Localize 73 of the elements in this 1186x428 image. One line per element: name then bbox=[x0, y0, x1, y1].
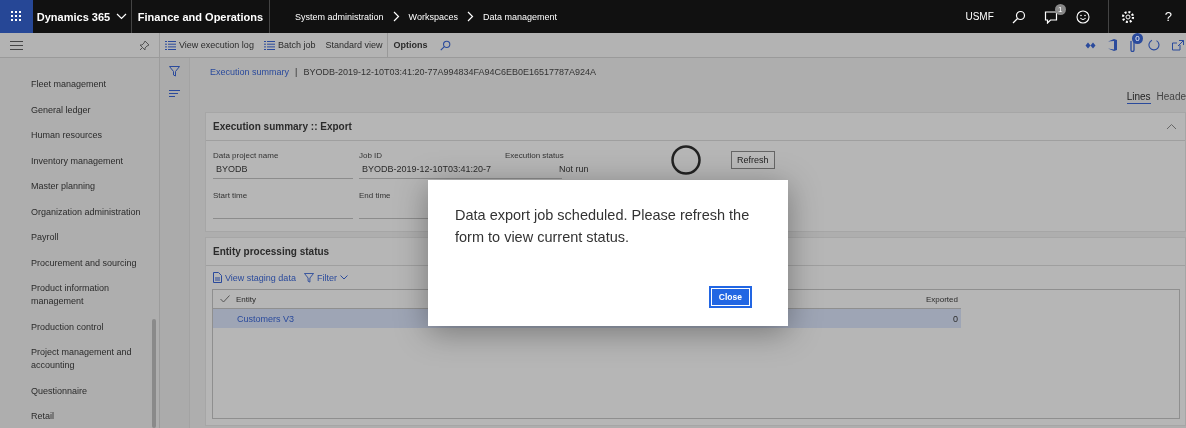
module-link[interactable]: Product information management bbox=[31, 276, 151, 315]
lines-icon[interactable] bbox=[169, 90, 180, 97]
open-in-new-icon[interactable] bbox=[1172, 39, 1184, 51]
module-link[interactable]: Organization administration bbox=[31, 199, 151, 225]
record-id: BYODB-2019-12-10T03:41:20-77A994834FA94C6EB0E16517787A924A bbox=[303, 67, 597, 77]
module-link[interactable]: Project management and accounting bbox=[31, 340, 151, 379]
filter-icon bbox=[303, 272, 314, 283]
chevron-right-icon bbox=[466, 11, 474, 22]
paperclip-icon[interactable] bbox=[1129, 38, 1136, 52]
section-title: Execution summary :: Export bbox=[213, 121, 352, 132]
table-cell-text: Customers V3 bbox=[237, 313, 296, 324]
chevron-down-icon bbox=[339, 275, 348, 280]
module-link[interactable]: Procurement and sourcing bbox=[31, 250, 151, 276]
menu-icon[interactable] bbox=[10, 40, 23, 50]
grid-action-button[interactable]: Filter bbox=[303, 272, 348, 283]
field-label: End time bbox=[359, 191, 392, 200]
module-link[interactable]: Retail bbox=[31, 404, 151, 428]
toolbar-button[interactable]: Batch job bbox=[258, 33, 321, 57]
smiley-icon[interactable] bbox=[1075, 9, 1090, 24]
separator-text: | bbox=[295, 67, 298, 77]
field-label: Job ID bbox=[359, 151, 384, 160]
module-link[interactable]: Inventory management bbox=[31, 148, 151, 174]
dialog-message: Data export job scheduled. Please refresh the form to view current status. bbox=[455, 206, 751, 247]
help-button[interactable]: ? bbox=[1164, 9, 1172, 24]
list-icon bbox=[263, 40, 275, 50]
settings-icon[interactable] bbox=[1120, 9, 1135, 24]
grid-action-button[interactable]: View staging data bbox=[213, 272, 296, 283]
grid-icon bbox=[11, 11, 22, 22]
field-label: Start time bbox=[213, 191, 249, 200]
module-link[interactable]: Payroll bbox=[31, 225, 151, 251]
status-value: Not run bbox=[559, 164, 590, 174]
chevron-right-icon bbox=[392, 11, 400, 22]
pin-icon[interactable] bbox=[139, 39, 150, 51]
notification-icon[interactable] bbox=[1043, 9, 1058, 24]
app-launcher-button[interactable] bbox=[0, 0, 33, 33]
input-field[interactable]: BYODB bbox=[213, 160, 353, 179]
field-label: Execution status bbox=[505, 151, 565, 160]
execution-summary-link[interactable]: Execution summary bbox=[210, 67, 290, 77]
toolbar-button[interactable]: View execution log bbox=[160, 33, 259, 57]
module-link[interactable]: Master planning bbox=[31, 174, 151, 200]
module-link[interactable]: Human resources bbox=[31, 123, 151, 149]
office-icon[interactable] bbox=[1108, 39, 1117, 51]
breadcrumb-link[interactable]: Workspaces bbox=[408, 11, 458, 22]
circle-icon bbox=[671, 145, 701, 175]
module-link[interactable]: Questionnaire bbox=[31, 378, 151, 404]
close-button[interactable]: Close bbox=[710, 288, 750, 306]
column-header[interactable]: Exported bbox=[925, 294, 961, 304]
table-cell-text: 0 bbox=[953, 313, 959, 324]
document-icon bbox=[213, 272, 222, 283]
breadcrumb-link[interactable]: System administration bbox=[295, 11, 384, 22]
field-label: Data project name bbox=[213, 151, 280, 160]
breadcrumb-link[interactable]: Data management bbox=[482, 11, 557, 22]
chevron-icon[interactable] bbox=[1166, 123, 1177, 130]
toolbar-button[interactable]: Standard view bbox=[320, 33, 388, 57]
scrollbar[interactable] bbox=[152, 319, 156, 428]
module-link[interactable]: Fleet management bbox=[31, 72, 151, 98]
view-tab[interactable]: Lines bbox=[1126, 91, 1151, 104]
list-icon bbox=[165, 40, 176, 50]
check-icon[interactable] bbox=[220, 295, 230, 303]
diamond-links-icon[interactable] bbox=[1085, 41, 1096, 49]
module-link[interactable]: Production control bbox=[31, 314, 151, 340]
toolbar-button[interactable]: Options bbox=[387, 33, 433, 57]
attachment-count: 0 bbox=[1132, 32, 1143, 44]
section-title: Entity processing status bbox=[213, 246, 330, 257]
chevron-down-icon bbox=[116, 13, 128, 20]
refresh-button[interactable]: Refresh bbox=[731, 151, 775, 169]
module-link[interactable]: General ledger bbox=[31, 97, 151, 123]
notification-count: 1 bbox=[1054, 3, 1066, 15]
filter-icon[interactable] bbox=[169, 66, 180, 77]
refresh-icon[interactable] bbox=[1148, 39, 1160, 51]
search-icon[interactable] bbox=[1011, 9, 1026, 24]
view-tab[interactable]: Heade bbox=[1156, 91, 1186, 104]
company-picker[interactable]: USMF bbox=[965, 11, 994, 22]
